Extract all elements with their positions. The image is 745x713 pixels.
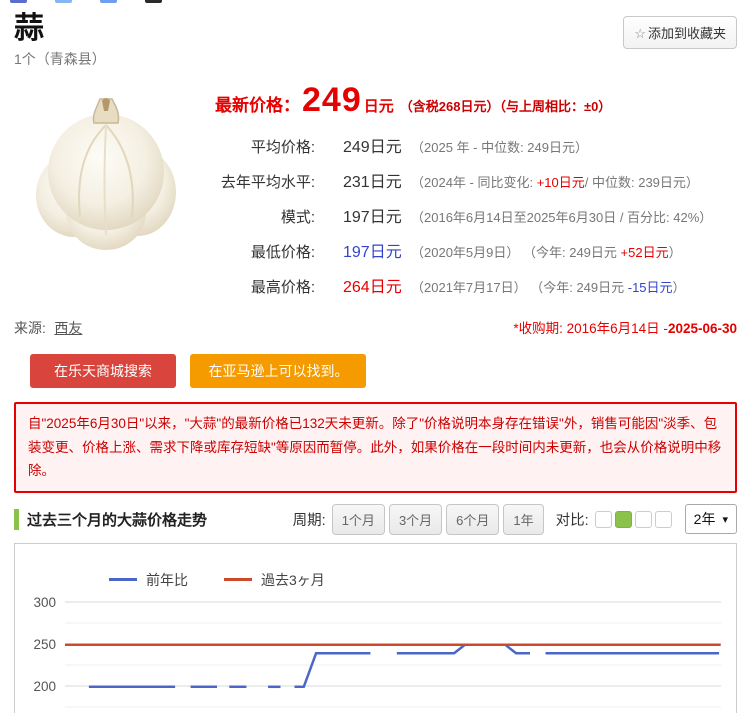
stat-value: 249日元 <box>315 133 407 157</box>
stat-note: （2016年6月14日至2025年6月30日 / 百分比: 42%） <box>407 207 712 226</box>
y-axis-tick-label: 200 <box>33 679 56 694</box>
share-icon-2[interactable] <box>55 0 72 3</box>
price-stale-warning: 自"2025年6月30日"以来，"大蒜"的最新价格已132天未更新。除了"价格说… <box>14 402 737 493</box>
stat-value: 264日元 <box>315 273 407 297</box>
social-share-strip <box>10 0 190 3</box>
text-part: +52日元 <box>621 245 669 260</box>
rakuten-search-button[interactable]: 在乐天商城搜索 <box>30 354 176 388</box>
latest-price-label: 最新价格： <box>215 91 300 116</box>
text-part: ） <box>673 280 686 295</box>
price-line-chart: 3002502001503月30日4月3日4月7日4月11日4月20日4月24日… <box>15 590 736 713</box>
stat-label: 平均价格: <box>215 137 315 158</box>
text-part: ） <box>669 245 682 260</box>
period-label: 周期: <box>293 509 326 530</box>
stat-value: 197日元 <box>315 203 407 227</box>
price-stat-row: 最低价格:197日元（2020年5月9日） （今年: 249日元 +52日元） <box>215 233 737 268</box>
legend-item: 前年比 <box>109 570 188 590</box>
legend-line-swatch <box>224 578 252 581</box>
add-to-favorites-button[interactable]: ☆添加到收藏夹 <box>623 16 737 49</box>
stat-value: 197日元 <box>315 238 407 262</box>
compare-checkbox-2[interactable] <box>615 511 632 528</box>
text-part: -15日元 <box>628 280 673 295</box>
product-section: 最新价格： 249 日元 （含税268日元）（与上周相比：±0） 平均价格:24… <box>14 77 737 303</box>
share-icon-4[interactable] <box>145 0 162 3</box>
y-axis-tick-label: 250 <box>33 637 56 652</box>
text-part: （2016年6月14日至2025年6月30日 / 百分比: 42%） <box>411 210 712 225</box>
text-part: +10日元 <box>537 175 585 190</box>
stat-note: （2024年 - 同比变化: +10日元/ 中位数: 239日元） <box>407 172 699 191</box>
series-line-前年比 <box>397 645 530 653</box>
compare-checkbox-3[interactable] <box>635 511 652 528</box>
acquisition-period-note: *收购期: 2016年6月14日 -2025-06-30 <box>513 317 737 337</box>
period-button-1年[interactable]: 1年 <box>503 504 543 535</box>
stat-note: （2025 年 - 中位数: 249日元） <box>407 137 588 156</box>
legend-label: 過去3ヶ月 <box>261 570 325 590</box>
chart-section-title: 过去三个月的大蒜价格走势 <box>14 509 207 530</box>
stat-label: 去年平均水平: <box>215 172 315 193</box>
chart-legend: 前年比 過去3ヶ月 <box>15 544 736 590</box>
header: 蒜 1个（青森县） ☆添加到收藏夹 <box>14 0 737 69</box>
source-label: 来源: <box>14 320 46 336</box>
series-line-前年比 <box>295 653 371 687</box>
price-stat-row: 模式:197日元 （2016年6月14日至2025年6月30日 / 百分比: 42… <box>215 198 737 233</box>
chart-controls-row: 过去三个月的大蒜价格走势 周期: 1个月3个月6个月1年 对比: 2年 ▾ <box>14 504 737 535</box>
share-icon-1[interactable] <box>10 0 27 3</box>
stat-label: 模式: <box>215 207 315 228</box>
stat-note: （2020年5月9日） （今年: 249日元 +52日元） <box>407 242 682 261</box>
price-stat-row: 最高价格:264日元（2021年7月17日） （今年: 249日元 -15日元） <box>215 268 737 303</box>
price-panel: 最新价格： 249 日元 （含税268日元）（与上周相比：±0） 平均价格:24… <box>199 77 737 303</box>
stat-note: （2021年7月17日） （今年: 249日元 -15日元） <box>407 277 686 296</box>
stat-label: 最低价格: <box>215 242 315 263</box>
text-part: （2021年7月17日） （今年: 249日元 <box>411 280 628 295</box>
page-title: 蒜 <box>14 12 106 45</box>
text-part: / 中位数: 239日元） <box>585 175 699 190</box>
text-part: （2024年 - 同比变化: <box>411 175 537 190</box>
source-link-seiyu[interactable]: 西友 <box>54 320 82 336</box>
range-select-dropdown[interactable]: 2年 ▾ <box>685 504 737 534</box>
y-axis-tick-label: 300 <box>33 595 56 610</box>
garlic-price-page: 蒜 1个（青森县） ☆添加到收藏夹 <box>0 0 745 713</box>
text-part: （2020年5月9日） （今年: 249日元 <box>411 245 621 260</box>
stat-value: 231日元 <box>315 168 407 192</box>
text-part: （2025 年 - 中位数: 249日元） <box>411 140 588 155</box>
text-part: *收购期: 2016年6月14日 - <box>513 321 668 336</box>
latest-price-note: （含税268日元）（与上周相比：±0） <box>400 96 612 115</box>
price-stat-row: 去年平均水平:231日元（2024年 - 同比变化: +10日元/ 中位数: 2… <box>215 163 737 198</box>
period-button-1个月[interactable]: 1个月 <box>332 504 385 535</box>
latest-price-row: 最新价格： 249 日元 （含税268日元）（与上周相比：±0） <box>215 81 737 120</box>
favorite-label: 添加到收藏夹 <box>648 26 726 41</box>
price-stats-table: 平均价格:249日元 （2025 年 - 中位数: 249日元） 去年平均水平:23… <box>215 128 737 303</box>
compare-checkbox-4[interactable] <box>655 511 672 528</box>
amazon-search-button[interactable]: 在亚马逊上可以找到。 <box>190 354 366 388</box>
legend-item: 過去3ヶ月 <box>224 570 325 590</box>
product-subtitle: 1个（青森县） <box>14 49 106 69</box>
stat-label: 最高价格: <box>215 277 315 298</box>
legend-line-swatch <box>109 578 137 581</box>
latest-price-value: 249 <box>302 81 362 120</box>
price-stat-row: 平均价格:249日元 （2025 年 - 中位数: 249日元） <box>215 128 737 163</box>
compare-label: 对比: <box>556 509 589 530</box>
text-part: 2025-06-30 <box>668 321 737 336</box>
period-button-6个月[interactable]: 6个月 <box>446 504 499 535</box>
star-icon: ☆ <box>634 26 646 41</box>
legend-label: 前年比 <box>146 570 188 590</box>
compare-checkbox-1[interactable] <box>595 511 612 528</box>
product-image-garlic <box>14 77 199 262</box>
shop-buttons-row: 在乐天商城搜索 在亚马逊上可以找到。 <box>14 354 737 388</box>
share-icon-3[interactable] <box>100 0 117 3</box>
range-selected-value: 2年 <box>694 509 716 529</box>
source-row: 来源: 西友 *收购期: 2016年6月14日 -2025-06-30 <box>14 317 737 338</box>
latest-price-unit: 日元 <box>364 95 394 116</box>
period-button-3个月[interactable]: 3个月 <box>389 504 442 535</box>
chevron-down-icon: ▾ <box>722 513 728 526</box>
price-chart: 前年比過去3ヶ月 3002502001503月30日4月3日4月7日4月11日4… <box>14 543 737 713</box>
